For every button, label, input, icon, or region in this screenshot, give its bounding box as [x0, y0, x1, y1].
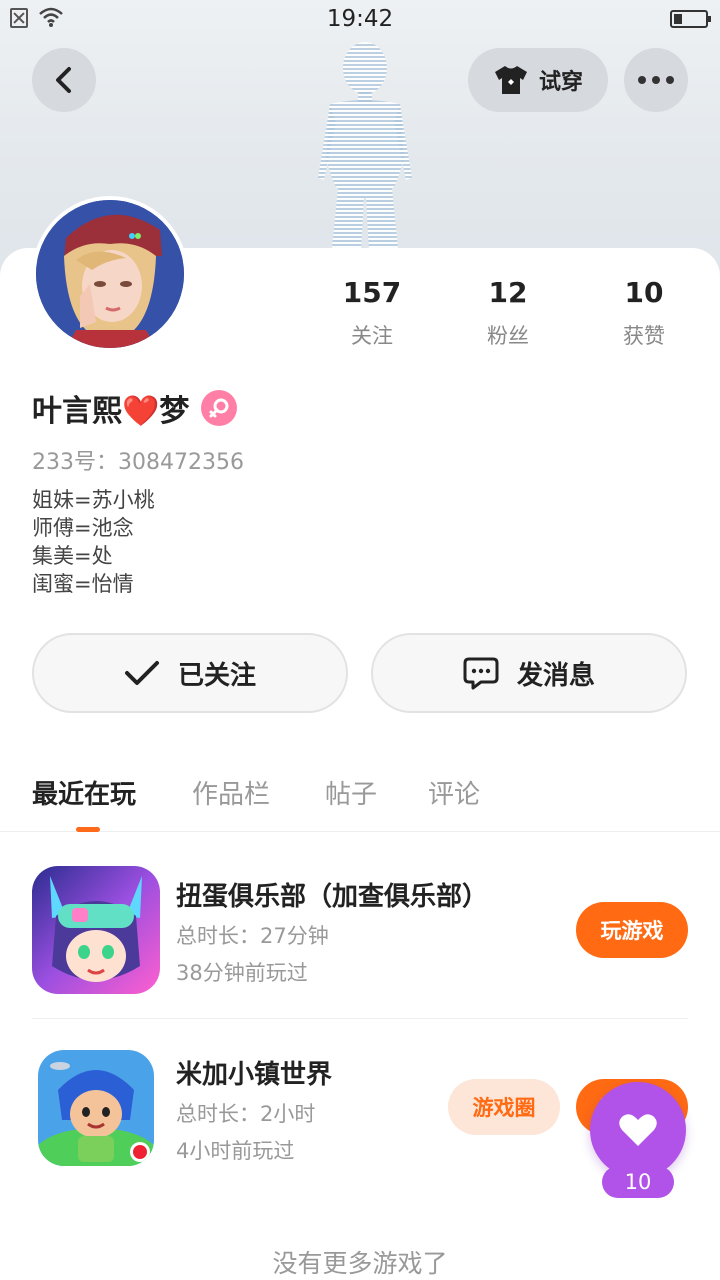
tshirt-icon [494, 66, 527, 94]
send-message-button[interactable]: 发消息 [371, 633, 687, 713]
username: 叶言熙❤️梦 [32, 394, 190, 429]
game-last-played: 38分钟前玩过 [176, 961, 308, 985]
stat-value: 10 [624, 276, 664, 309]
tab-works[interactable]: 作品栏 [192, 774, 270, 811]
status-bar: 19:42 [0, 0, 720, 40]
avatar-illustration [36, 200, 184, 348]
female-icon [201, 390, 238, 426]
battery-icon [670, 10, 711, 28]
more-dot-icon [652, 76, 660, 84]
followed-label: 已关注 [177, 660, 256, 691]
hologram-avatar-figure [318, 42, 412, 268]
stat-label: 关注 [351, 324, 393, 348]
avatar-portrait-image [36, 200, 184, 348]
game-title: 米加小镇世界 [176, 1060, 333, 1090]
play-game-button[interactable]: 玩游戏 [576, 902, 688, 958]
stat-following[interactable]: 157 关注 [304, 276, 440, 350]
send-message-label: 发消息 [516, 660, 595, 691]
bio-line: 集美=处 [32, 544, 113, 568]
tab-recently-played[interactable]: 最近在玩 [32, 774, 136, 811]
avatar[interactable] [32, 196, 188, 352]
game-icon-gacha-club[interactable] [32, 866, 160, 994]
list-divider [32, 1018, 688, 1019]
game-icon-miga-town[interactable] [38, 1050, 154, 1166]
stat-value: 12 [488, 276, 528, 309]
active-tab-indicator [76, 827, 100, 832]
game-last-played: 4小时前玩过 [176, 1139, 295, 1163]
heart-icon [619, 1114, 657, 1146]
bio-line: 闺蜜=怡情 [32, 572, 134, 596]
stat-likes[interactable]: 10 获赞 [576, 276, 712, 350]
checkmark-icon [124, 661, 159, 685]
stat-fans[interactable]: 12 粉丝 [440, 276, 576, 350]
game-circle-button[interactable]: 游戏圈 [448, 1079, 560, 1135]
followed-button[interactable]: 已关注 [32, 633, 348, 713]
game-row-gacha-club[interactable]: 扭蛋俱乐部（加查俱乐部） 总时长：27分钟 38分钟前玩过 玩游戏 [32, 866, 688, 996]
try-on-button[interactable]: 试穿 [468, 48, 608, 112]
like-count-badge: 10 [602, 1166, 674, 1198]
chevron-left-icon [56, 67, 71, 93]
game-duration: 总时长：27分钟 [176, 924, 329, 948]
bio-line: 姐妹=苏小桃 [32, 488, 155, 512]
like-floating-button[interactable] [590, 1082, 686, 1178]
bio-line: 师傅=池念 [32, 516, 134, 540]
stat-label: 粉丝 [487, 324, 529, 348]
stat-label: 获赞 [623, 324, 665, 348]
try-on-label: 试穿 [538, 70, 583, 95]
profile-stats: 157 关注 12 粉丝 10 获赞 [304, 276, 712, 356]
username-row: 叶言熙❤️梦 [32, 386, 238, 430]
status-time: 19:42 [326, 6, 394, 32]
more-dot-icon [666, 76, 674, 84]
game-title: 扭蛋俱乐部（加查俱乐部） [176, 882, 489, 912]
profile-tabs: 最近在玩 作品栏 帖子 评论 [0, 768, 720, 832]
game-row-miga-town[interactable]: 米加小镇世界 总时长：2小时 4小时前玩过 游戏圈 玩游戏 [32, 1050, 688, 1180]
game-duration: 总时长：2小时 [176, 1102, 316, 1126]
no-more-games-text: 没有更多游戏了 [272, 1249, 448, 1278]
more-options-button[interactable] [624, 48, 688, 112]
stat-value: 157 [342, 276, 402, 309]
bio: 姐妹=苏小桃 师傅=池念 集美=处 闺蜜=怡情 [32, 486, 155, 598]
tab-posts[interactable]: 帖子 [325, 774, 377, 811]
back-button[interactable] [32, 48, 96, 112]
user-id: 233号：308472356 [32, 450, 244, 475]
more-dot-icon [638, 76, 646, 84]
chat-bubble-icon [463, 657, 499, 690]
tab-comments[interactable]: 评论 [428, 774, 480, 811]
